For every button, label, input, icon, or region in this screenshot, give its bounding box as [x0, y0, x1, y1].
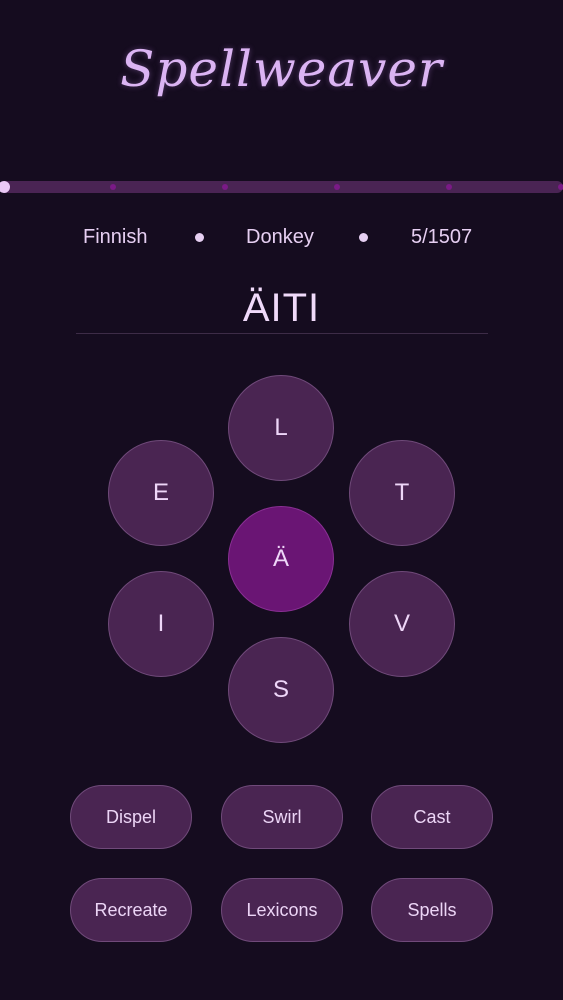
progress-bar [0, 181, 563, 193]
progress-indicator [0, 181, 10, 193]
info-row: Finnish Donkey 5/1507 [0, 226, 563, 250]
level-label: Donkey [246, 226, 314, 248]
letter-tile-top[interactable]: L [228, 375, 334, 481]
letter-tile-lower-right[interactable]: V [349, 571, 455, 677]
progress-milestone [222, 184, 228, 190]
letter-tile-center[interactable]: Ä [228, 506, 334, 612]
cast-button[interactable]: Cast [371, 785, 493, 849]
separator-dot [195, 233, 204, 242]
word-underline [76, 333, 488, 334]
dispel-button[interactable]: Dispel [70, 785, 192, 849]
lexicons-button[interactable]: Lexicons [221, 878, 343, 942]
progress-milestone [110, 184, 116, 190]
progress-milestone [334, 184, 340, 190]
letter-tile-bottom[interactable]: S [228, 637, 334, 743]
letter-tile-lower-left[interactable]: I [108, 571, 214, 677]
spells-button[interactable]: Spells [371, 878, 493, 942]
separator-dot [359, 233, 368, 242]
recreate-button[interactable]: Recreate [70, 878, 192, 942]
letter-tile-upper-left[interactable]: E [108, 440, 214, 546]
progress-milestone [446, 184, 452, 190]
current-word: ÄITI [242, 286, 321, 330]
word-count: 5/1507 [411, 226, 473, 248]
language-label: Finnish [83, 226, 148, 248]
swirl-button[interactable]: Swirl [221, 785, 343, 849]
app-title: Spellweaver [120, 40, 443, 98]
letter-tile-upper-right[interactable]: T [349, 440, 455, 546]
progress-milestone [558, 184, 563, 190]
